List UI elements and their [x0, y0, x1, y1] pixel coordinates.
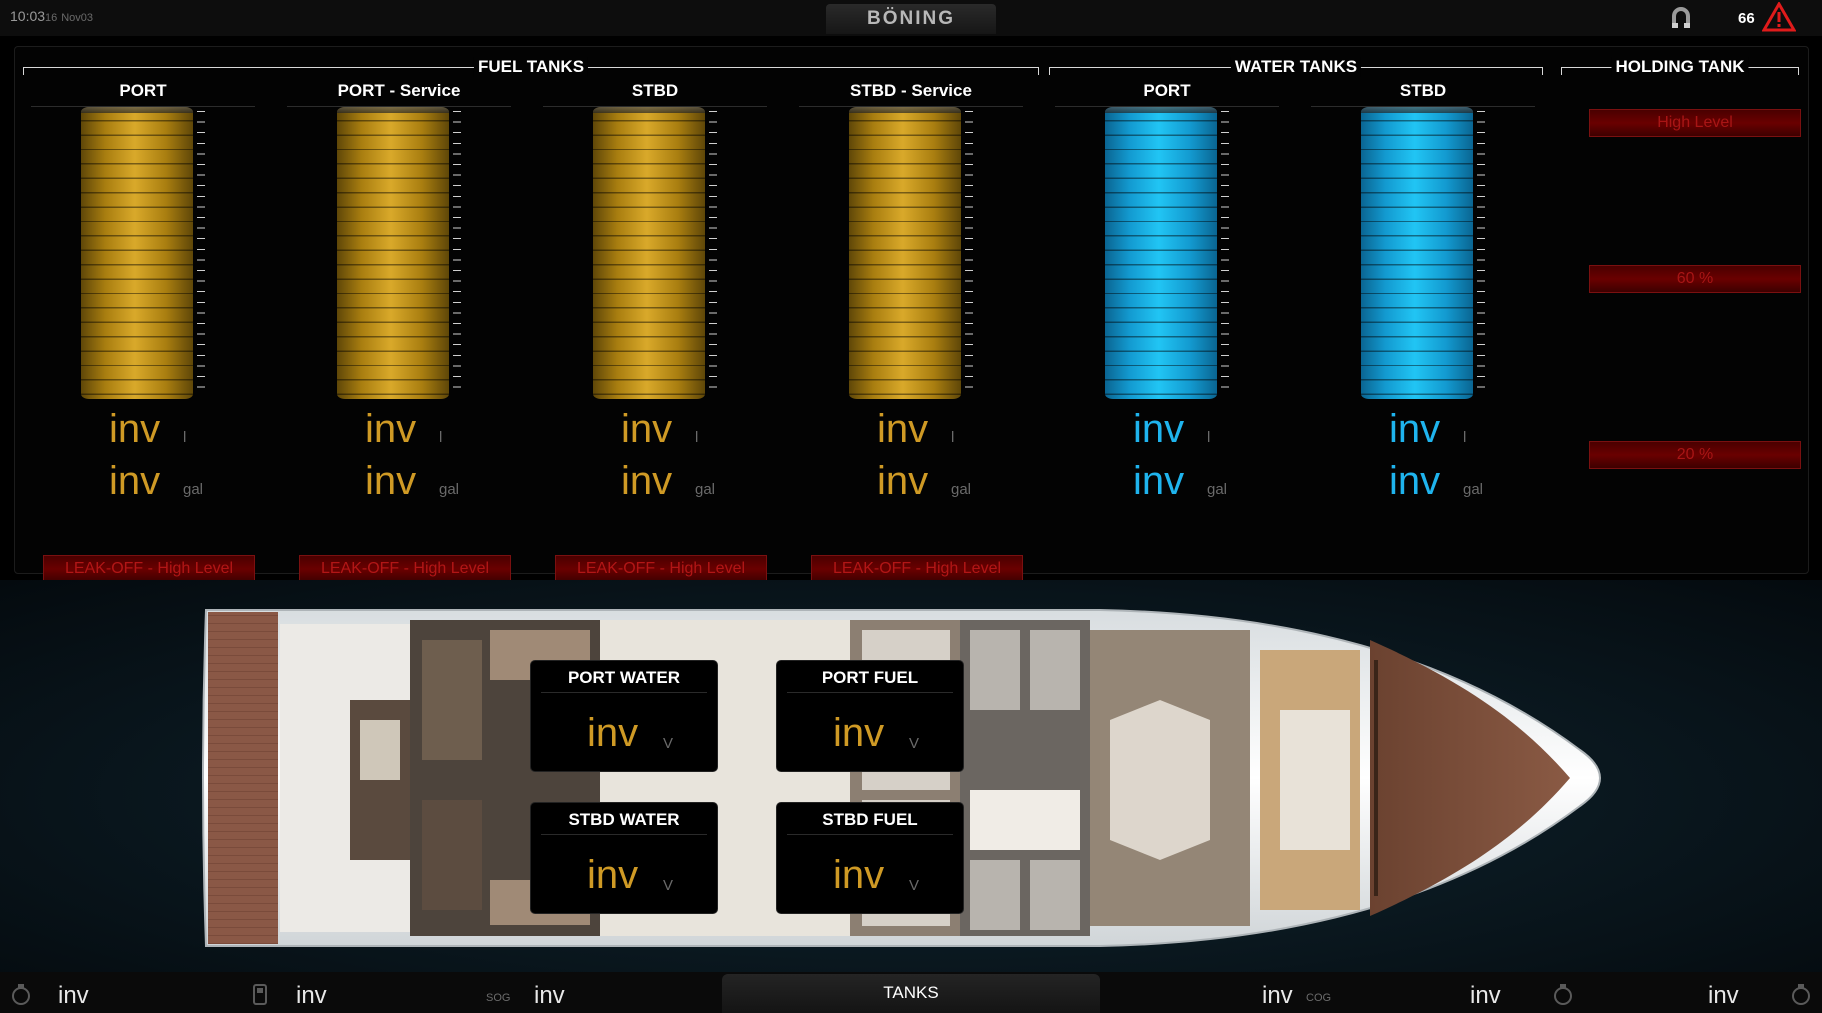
- readout-value: inv: [833, 853, 885, 897]
- tank-gallons-unit: gal: [695, 481, 716, 498]
- magnet-icon[interactable]: [1668, 4, 1694, 30]
- tank-gallons-value: inv: [1389, 459, 1441, 503]
- tank-gallons-value: inv: [877, 459, 929, 503]
- holding-tank-header: HOLDING TANK: [1561, 57, 1799, 77]
- tank-scale: [1477, 111, 1485, 397]
- readout-value: inv: [587, 853, 639, 897]
- port-water-readout[interactable]: PORT WATER inv V: [530, 660, 718, 772]
- tank-scale: [453, 111, 461, 397]
- tank-gallons-value: inv: [109, 459, 161, 503]
- cog-label: COG: [1306, 992, 1332, 1004]
- leak-off-alarm[interactable]: LEAK-OFF - High Level: [555, 555, 767, 583]
- tank-liters-unit: l: [1463, 429, 1467, 446]
- engine-stbd-value: inv: [1708, 982, 1739, 1009]
- vessel-view: PORT WATER inv V PORT FUEL inv V STBD WA…: [0, 580, 1822, 972]
- fuel-tank-port[interactable]: PORT inv l inv gal LEAK-OFF - High Level: [23, 73, 263, 583]
- tank-gallons-unit: gal: [1207, 481, 1228, 498]
- tank-liters-unit: l: [183, 429, 187, 446]
- top-bar: 10:0316 Nov03 BÖNING 66: [0, 0, 1822, 36]
- tank-title: PORT: [31, 81, 255, 107]
- tank-gallons-unit: gal: [439, 481, 460, 498]
- tank-gallons-value: inv: [1133, 459, 1185, 503]
- holding-tank-title: HOLDING TANK: [1611, 57, 1749, 77]
- tank-title: STBD: [1311, 81, 1535, 107]
- holding-60-percent-indicator[interactable]: 60 %: [1589, 265, 1801, 293]
- water-tank-port[interactable]: PORT inv l inv gal: [1047, 73, 1287, 573]
- readout-title: PORT WATER: [541, 665, 707, 693]
- tank-level-cylinder: [337, 107, 449, 399]
- clock-date: Nov03: [61, 12, 93, 24]
- fuel-pump-icon[interactable]: [250, 982, 272, 1006]
- readout-title: PORT FUEL: [787, 665, 953, 693]
- tank-gallons-unit: gal: [183, 481, 204, 498]
- tank-title: PORT: [1055, 81, 1279, 107]
- engine-icon[interactable]: [10, 982, 32, 1006]
- cog-value: inv: [1262, 982, 1293, 1009]
- readout-unit: V: [909, 735, 920, 752]
- leak-off-alarm[interactable]: LEAK-OFF - High Level: [811, 555, 1023, 583]
- readout-unit: V: [663, 877, 674, 894]
- heading-value: inv: [1470, 982, 1501, 1009]
- tank-liters-value: inv: [877, 407, 929, 451]
- tank-liters-value: inv: [621, 407, 673, 451]
- tank-liters-value: inv: [1389, 407, 1441, 451]
- tank-scale: [1221, 111, 1229, 397]
- tank-scale: [197, 111, 205, 397]
- tank-title: PORT - Service: [287, 81, 511, 107]
- tank-liters-unit: l: [951, 429, 955, 446]
- sog-value: inv: [534, 982, 565, 1009]
- clock-time: 10:03: [10, 8, 46, 24]
- bottom-bar: inv inv SOG inv TANKS inv COG inv inv: [0, 972, 1822, 1013]
- tank-level-cylinder: [81, 107, 193, 399]
- readout-unit: V: [909, 877, 920, 894]
- tab-tanks[interactable]: TANKS: [722, 974, 1100, 1013]
- sog-label: SOG: [486, 992, 511, 1004]
- engine-icon[interactable]: [1790, 982, 1812, 1006]
- tank-scale: [709, 111, 717, 397]
- readout-value: inv: [587, 711, 639, 755]
- stbd-fuel-readout[interactable]: STBD FUEL inv V: [776, 802, 964, 914]
- tank-title: STBD: [543, 81, 767, 107]
- tank-liters-unit: l: [439, 429, 443, 446]
- holding-20-percent-indicator[interactable]: 20 %: [1589, 441, 1801, 469]
- tank-liters-unit: l: [1207, 429, 1211, 446]
- stbd-water-readout[interactable]: STBD WATER inv V: [530, 802, 718, 914]
- holding-high-level-indicator[interactable]: High Level: [1589, 109, 1801, 137]
- tank-gallons-value: inv: [621, 459, 673, 503]
- water-tank-stbd[interactable]: STBD inv l inv gal: [1303, 73, 1543, 573]
- tank-gallons-unit: gal: [1463, 481, 1484, 498]
- engine-icon[interactable]: [1552, 982, 1574, 1006]
- warning-icon[interactable]: [1762, 2, 1796, 32]
- alarm-count[interactable]: 66: [1738, 10, 1755, 27]
- brand-logo: BÖNING: [826, 4, 996, 34]
- tank-level-cylinder: [593, 107, 705, 399]
- tank-liters-unit: l: [695, 429, 699, 446]
- tank-gallons-value: inv: [365, 459, 417, 503]
- tank-level-cylinder: [849, 107, 961, 399]
- fuel-rate-value: inv: [296, 982, 327, 1009]
- fuel-tank-stbd[interactable]: STBD inv l inv gal LEAK-OFF - High Level: [535, 73, 775, 583]
- clock: 10:0316 Nov03: [10, 8, 93, 24]
- readout-title: STBD WATER: [541, 807, 707, 835]
- port-fuel-readout[interactable]: PORT FUEL inv V: [776, 660, 964, 772]
- engine-port-value: inv: [58, 982, 89, 1009]
- tank-liters-value: inv: [109, 407, 161, 451]
- leak-off-alarm[interactable]: LEAK-OFF - High Level: [43, 555, 255, 583]
- readout-title: STBD FUEL: [787, 807, 953, 835]
- tank-gallons-unit: gal: [951, 481, 972, 498]
- fuel-tank-stbd-service[interactable]: STBD - Service inv l inv gal LEAK-OFF - Hi…: [791, 73, 1031, 583]
- tank-liters-value: inv: [365, 407, 417, 451]
- tank-level-cylinder: [1361, 107, 1473, 399]
- clock-seconds: 16: [45, 12, 58, 24]
- leak-off-alarm[interactable]: LEAK-OFF - High Level: [299, 555, 511, 583]
- tank-level-cylinder: [1105, 107, 1217, 399]
- fuel-tank-port-service[interactable]: PORT - Service inv l inv gal LEAK-OFF - Hi…: [279, 73, 519, 583]
- tank-scale: [965, 111, 973, 397]
- readout-value: inv: [833, 711, 885, 755]
- tank-panel: FUEL TANKS WATER TANKS HOLDING TANK PORT…: [14, 46, 1809, 583]
- readout-unit: V: [663, 735, 674, 752]
- tank-title: STBD - Service: [799, 81, 1023, 107]
- tank-liters-value: inv: [1133, 407, 1185, 451]
